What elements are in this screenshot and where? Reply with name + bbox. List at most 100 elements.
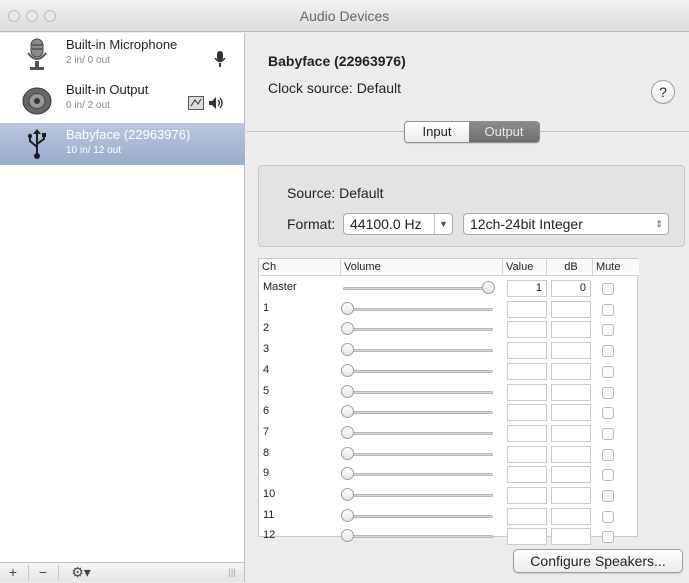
channel-label: 12 bbox=[263, 529, 276, 542]
db-field[interactable] bbox=[551, 487, 591, 504]
volume-slider[interactable] bbox=[343, 535, 493, 539]
volume-slider[interactable] bbox=[343, 494, 493, 497]
value-field[interactable] bbox=[507, 424, 547, 442]
db-field[interactable] bbox=[551, 404, 591, 422]
value-field[interactable] bbox=[507, 487, 547, 504]
microphone-icon bbox=[27, 38, 47, 70]
value-field[interactable] bbox=[507, 466, 547, 484]
volume-slider[interactable] bbox=[343, 287, 493, 290]
value-field[interactable] bbox=[507, 404, 547, 422]
db-field[interactable]: 0 bbox=[551, 280, 591, 297]
mute-checkbox[interactable] bbox=[602, 283, 614, 295]
db-field[interactable] bbox=[551, 383, 591, 401]
chevron-down-icon: ▼ bbox=[434, 214, 452, 234]
mute-checkbox[interactable] bbox=[602, 448, 614, 461]
volume-slider-knob[interactable] bbox=[341, 488, 354, 501]
mute-checkbox[interactable] bbox=[602, 427, 614, 440]
volume-slider-knob[interactable] bbox=[341, 446, 354, 460]
volume-slider[interactable] bbox=[343, 328, 493, 332]
channel-row: 1 bbox=[259, 299, 639, 319]
channel-row: Master 1 0 bbox=[259, 278, 639, 298]
volume-slider-knob[interactable] bbox=[341, 343, 354, 357]
db-field[interactable] bbox=[551, 362, 591, 380]
mute-checkbox[interactable] bbox=[602, 324, 614, 337]
device-item-built-in-microphone[interactable]: Built-in Microphone 2 in/ 0 out bbox=[0, 33, 245, 75]
db-field[interactable] bbox=[551, 445, 591, 463]
volume-slider-knob[interactable] bbox=[341, 508, 354, 522]
value-field[interactable] bbox=[507, 507, 547, 525]
volume-slider[interactable] bbox=[343, 411, 493, 415]
volume-slider-knob[interactable] bbox=[341, 405, 354, 419]
mute-checkbox[interactable] bbox=[602, 531, 614, 544]
volume-slider[interactable] bbox=[343, 349, 493, 353]
volume-slider-knob[interactable] bbox=[341, 301, 354, 315]
volume-slider-knob[interactable] bbox=[341, 467, 354, 481]
sample-rate-popup[interactable]: 44100.0 Hz ▼ bbox=[343, 213, 453, 235]
value-field[interactable] bbox=[507, 342, 547, 360]
bit-format-popup[interactable]: 12ch-24bit Integer ⇕ bbox=[463, 213, 669, 235]
mute-checkbox[interactable] bbox=[602, 407, 614, 420]
input-output-segmented-control: Input Output bbox=[404, 121, 540, 143]
value-field[interactable] bbox=[507, 528, 547, 546]
volume-slider-knob[interactable] bbox=[341, 529, 354, 543]
volume-slider[interactable] bbox=[343, 369, 493, 373]
source-value: Default bbox=[339, 185, 384, 201]
mute-checkbox[interactable] bbox=[602, 469, 614, 482]
channel-row: 5 bbox=[259, 382, 639, 402]
add-device-button[interactable]: + bbox=[4, 563, 22, 583]
volume-slider-knob[interactable] bbox=[341, 322, 354, 336]
volume-slider-knob[interactable] bbox=[341, 384, 354, 398]
volume-slider[interactable] bbox=[343, 514, 493, 518]
mute-checkbox[interactable] bbox=[602, 365, 614, 378]
sample-rate-value: 44100.0 Hz bbox=[350, 216, 422, 232]
db-field[interactable] bbox=[551, 321, 591, 339]
speaker-volume-icon bbox=[209, 97, 223, 109]
db-field[interactable] bbox=[551, 528, 591, 546]
device-list: Built-in Microphone 2 in/ 0 out Built-in… bbox=[0, 33, 245, 562]
db-field[interactable] bbox=[551, 424, 591, 442]
mute-checkbox[interactable] bbox=[602, 303, 614, 316]
tab-input[interactable]: Input bbox=[405, 122, 469, 142]
configure-speakers-button[interactable]: Configure Speakers... bbox=[513, 549, 683, 573]
value-field[interactable] bbox=[507, 383, 547, 401]
volume-slider-knob[interactable] bbox=[341, 425, 354, 439]
channel-label: 5 bbox=[263, 384, 270, 397]
value-field[interactable] bbox=[507, 300, 547, 318]
remove-device-button[interactable]: − bbox=[34, 563, 52, 583]
mute-checkbox[interactable] bbox=[602, 510, 614, 523]
gear-menu-button[interactable]: ⚙▾ bbox=[64, 563, 98, 583]
channel-row: 12 bbox=[259, 526, 639, 546]
volume-slider-knob[interactable] bbox=[341, 363, 354, 377]
db-field[interactable] bbox=[551, 466, 591, 484]
up-down-arrows-icon: ⇕ bbox=[655, 219, 663, 229]
device-item-babyface[interactable]: Babyface (22963976) 10 in/ 12 out bbox=[0, 123, 245, 165]
db-field[interactable] bbox=[551, 507, 591, 525]
volume-slider[interactable] bbox=[343, 307, 493, 311]
db-field[interactable] bbox=[551, 300, 591, 318]
source-row: Source: Default bbox=[287, 185, 384, 201]
window-title: Audio Devices bbox=[299, 8, 390, 24]
column-header-value: Value bbox=[503, 259, 547, 276]
device-name: Babyface (22963976) bbox=[66, 127, 191, 142]
system-output-icon bbox=[188, 96, 204, 110]
tab-output[interactable]: Output bbox=[469, 122, 539, 142]
value-field[interactable] bbox=[507, 362, 547, 380]
mute-checkbox[interactable] bbox=[602, 490, 614, 502]
device-item-built-in-output[interactable]: Built-in Output 0 in/ 2 out bbox=[0, 78, 245, 120]
resize-handle[interactable]: ||| bbox=[224, 563, 240, 583]
value-field[interactable] bbox=[507, 445, 547, 463]
volume-slider-knob[interactable] bbox=[482, 281, 495, 294]
value-field[interactable] bbox=[507, 321, 547, 339]
value-field[interactable]: 1 bbox=[507, 280, 547, 297]
bit-format-value: 12ch-24bit Integer bbox=[470, 216, 583, 232]
volume-slider[interactable] bbox=[343, 473, 493, 477]
help-button[interactable]: ? bbox=[651, 80, 675, 104]
mute-checkbox[interactable] bbox=[602, 345, 614, 358]
volume-slider[interactable] bbox=[343, 431, 493, 435]
channel-label: 7 bbox=[263, 425, 270, 438]
column-header-volume: Volume bbox=[341, 259, 503, 276]
db-field[interactable] bbox=[551, 342, 591, 360]
mute-checkbox[interactable] bbox=[602, 386, 614, 399]
volume-slider[interactable] bbox=[343, 452, 493, 456]
volume-slider[interactable] bbox=[343, 390, 493, 394]
